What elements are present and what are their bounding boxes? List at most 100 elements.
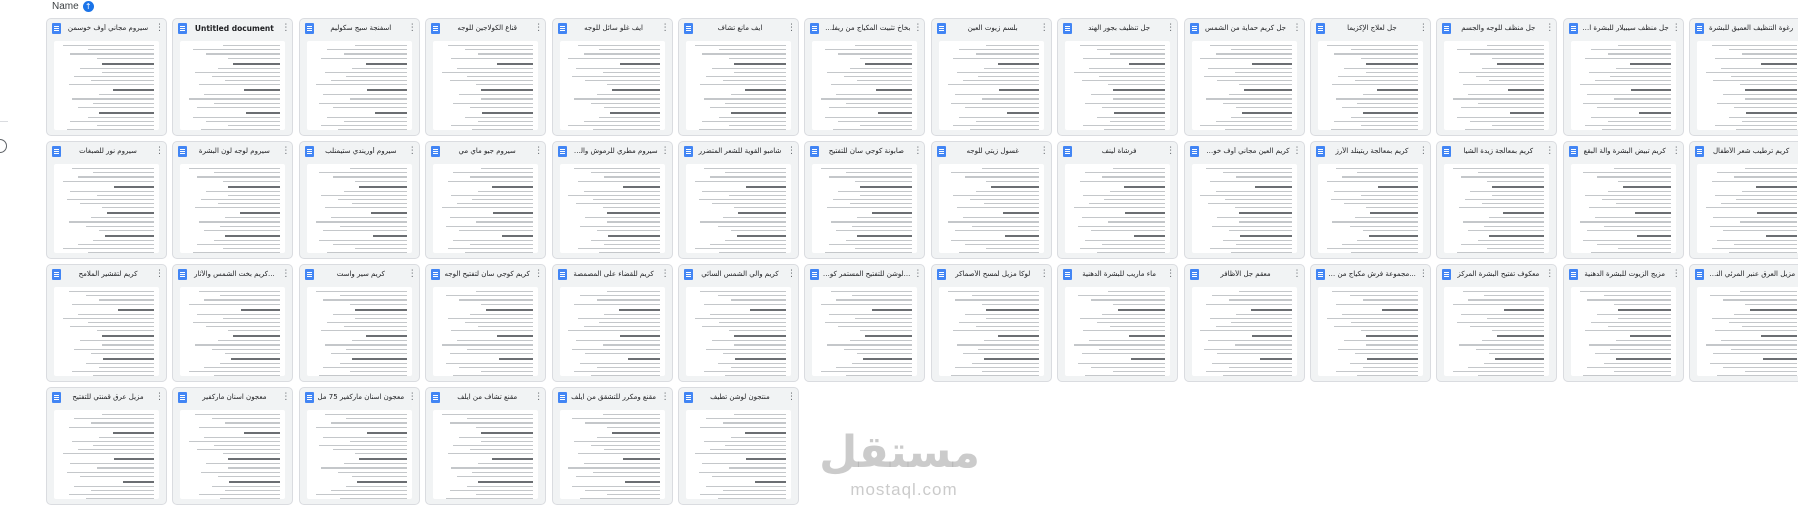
document-title[interactable]: غسول زيتي للوجه: [946, 147, 1040, 155]
document-card[interactable]: كريم ترطيب شعر الأطفال⋮: [1689, 141, 1798, 259]
document-card[interactable]: مزيل العرق عنبر المرئي النساء⋮: [1689, 264, 1798, 382]
more-options-icon[interactable]: ⋮: [1293, 269, 1302, 279]
more-options-icon[interactable]: ⋮: [1166, 146, 1175, 156]
document-card[interactable]: شامبو القوية للشعر المتضرر ⋮: [677, 141, 799, 259]
document-card[interactable]: مقنع تشاف من ايلف ⋮: [425, 387, 547, 505]
document-title[interactable]: مزيل عرق قمنتي للتفتيح: [61, 393, 155, 401]
document-card[interactable]: ...كريم بخت الشمس والأثار ⋮: [172, 264, 294, 382]
document-title[interactable]: سيروم مجاني أوف خوسمن: [61, 24, 155, 32]
document-card[interactable]: معجون اسنان ماركفير 75 مل ⋮: [298, 387, 420, 505]
document-card[interactable]: كريم كوجي سان لتفتيح الوجه ⋮: [425, 264, 547, 382]
document-title[interactable]: شامبو القوية للشعر المتضرر: [693, 147, 787, 155]
document-card[interactable]: كريم لتقشير الملامح ⋮: [46, 264, 167, 382]
document-card[interactable]: جل منظف للوجه والجسم ⋮: [1436, 18, 1558, 136]
more-options-icon[interactable]: ⋮: [408, 23, 417, 33]
document-title[interactable]: رغوة التنظيف العميق للبشرة: [1704, 24, 1798, 32]
more-options-icon[interactable]: ⋮: [661, 392, 670, 402]
more-options-icon[interactable]: ⋮: [1293, 146, 1302, 156]
document-title[interactable]: ماء ماريب للبشرة الدهنية: [1072, 270, 1166, 278]
document-title[interactable]: سيروم جيو ماي مي: [440, 147, 534, 155]
document-card[interactable]: جل لعلاج الإكزيما ⋮: [1309, 18, 1431, 136]
document-title[interactable]: جل منظف للوجه والجسم: [1451, 24, 1545, 32]
more-options-icon[interactable]: ⋮: [1545, 269, 1554, 279]
document-card[interactable]: ايف مانع تشاف ⋮: [677, 18, 799, 136]
document-title[interactable]: سيروم مطري للرموش والحواجب: [567, 147, 661, 155]
document-title[interactable]: مقنع ومكرر للتشقق من ايلف: [567, 393, 661, 401]
more-options-icon[interactable]: ⋮: [281, 23, 290, 33]
document-title[interactable]: جل كريم حماية من الشمس: [1199, 24, 1293, 32]
more-options-icon[interactable]: ⋮: [661, 23, 670, 33]
more-options-icon[interactable]: ⋮: [661, 269, 670, 279]
document-title[interactable]: قناع الكولاجين للوجه: [440, 24, 534, 32]
document-card[interactable]: سيروم أوريندي ستيمنلب ⋮: [298, 141, 420, 259]
more-options-icon[interactable]: ⋮: [1040, 146, 1049, 156]
more-options-icon[interactable]: ⋮: [281, 392, 290, 402]
document-title[interactable]: كريم كوجي سان لتفتيح الوجه: [440, 270, 534, 278]
document-title[interactable]: لوكا مزيل لمسح الأصماكر: [946, 270, 1040, 278]
document-card[interactable]: بخاخ تثبيت المكياج من ريفلوشن ⋮: [804, 18, 926, 136]
more-options-icon[interactable]: ⋮: [1419, 269, 1428, 279]
document-title[interactable]: ايف غلو سائل للوجه: [567, 24, 661, 32]
document-card[interactable]: كريم بمعالجة زيدة الشيا ⋮: [1436, 141, 1558, 259]
document-title[interactable]: مزيج الزيوت للبشرة الدهنية: [1578, 270, 1672, 278]
document-card[interactable]: غسول زيتي للوجه ⋮: [930, 141, 1052, 259]
more-options-icon[interactable]: ⋮: [1672, 269, 1681, 279]
more-options-icon[interactable]: ⋮: [1419, 146, 1428, 156]
document-title[interactable]: كريم ترطيب شعر الأطفال: [1704, 147, 1798, 155]
more-options-icon[interactable]: ⋮: [534, 146, 543, 156]
document-title[interactable]: جل منظف سيبيلار للبشرة الدهنية: [1578, 24, 1672, 32]
more-options-icon[interactable]: ⋮: [408, 269, 417, 279]
document-card[interactable]: مزيج الزيوت للبشرة الدهنية ⋮: [1562, 264, 1684, 382]
document-card[interactable]: قناع الكولاجين للوجه ⋮: [425, 18, 547, 136]
more-options-icon[interactable]: ⋮: [534, 23, 543, 33]
document-title[interactable]: بلسم زيوت العين: [946, 24, 1040, 32]
more-options-icon[interactable]: ⋮: [1545, 23, 1554, 33]
document-card[interactable]: ...مجموعة فرش مكياج من ريال ⋮: [1309, 264, 1431, 382]
document-card[interactable]: كريم بمعالجة ريتينلد الأرز ⋮: [1309, 141, 1431, 259]
document-title[interactable]: ...لوشن للتفتيح المستمر كوجي: [819, 270, 913, 278]
document-title[interactable]: منتجون لوشن تطيف: [693, 393, 787, 401]
document-title[interactable]: مزيل العرق عنبر المرئي النساء: [1704, 270, 1798, 278]
document-card[interactable]: مزيل عرق قمنتي للتفتيح ⋮: [46, 387, 167, 505]
document-card[interactable]: مقنع ومكرر للتشقق من ايلف ⋮: [551, 387, 673, 505]
more-options-icon[interactable]: ⋮: [1166, 269, 1175, 279]
document-title[interactable]: ...كريم بخت الشمس والأثار: [187, 270, 281, 278]
document-card[interactable]: سيروم مجاني أوف خوسمن ⋮: [46, 18, 167, 136]
more-options-icon[interactable]: ⋮: [1293, 23, 1302, 33]
more-options-icon[interactable]: ⋮: [1672, 23, 1681, 33]
document-title[interactable]: كريم تبيض البشرة والة البقع: [1578, 147, 1672, 155]
document-card[interactable]: معكوف تفتيح البشرة المركز ⋮: [1436, 264, 1558, 382]
document-card[interactable]: كريم تبيض البشرة والة البقع ⋮: [1562, 141, 1684, 259]
more-options-icon[interactable]: ⋮: [155, 269, 164, 279]
document-card[interactable]: سيروم نور للصبغات ⋮: [46, 141, 167, 259]
document-title[interactable]: كريم سير واست: [314, 270, 408, 278]
document-title[interactable]: جل تنظيف بجور الهند: [1072, 24, 1166, 32]
document-title[interactable]: كريم لتقشير الملامح: [61, 270, 155, 278]
document-title[interactable]: ايف مانع تشاف: [693, 24, 787, 32]
document-card[interactable]: فرشاة لينف ⋮: [1057, 141, 1179, 259]
sort-header[interactable]: Name ↑: [52, 0, 94, 12]
more-options-icon[interactable]: ⋮: [1040, 269, 1049, 279]
document-title[interactable]: فرشاة لينف: [1072, 147, 1166, 155]
document-title[interactable]: كريم للقضاء على المصمصة: [567, 270, 661, 278]
document-title[interactable]: مقنع تشاف من ايلف: [440, 393, 534, 401]
more-options-icon[interactable]: ⋮: [155, 146, 164, 156]
more-options-icon[interactable]: ⋮: [534, 269, 543, 279]
document-card[interactable]: كريم سير واست ⋮: [298, 264, 420, 382]
document-title[interactable]: Untitled document: [187, 24, 281, 33]
document-card[interactable]: كريم للقضاء على المصمصة ⋮: [551, 264, 673, 382]
more-options-icon[interactable]: ⋮: [913, 23, 922, 33]
document-title[interactable]: اسفنجة سيج سكوليم: [314, 24, 408, 32]
document-title[interactable]: كريم العين مجاني أوف خوسمن: [1199, 147, 1293, 155]
document-title[interactable]: سيروم لوجه لون البشرة: [187, 147, 281, 155]
more-options-icon[interactable]: ⋮: [1672, 146, 1681, 156]
document-card[interactable]: سيروم جيو ماي مي ⋮: [425, 141, 547, 259]
more-options-icon[interactable]: ⋮: [1040, 23, 1049, 33]
document-title[interactable]: سيروم نور للصبغات: [61, 147, 155, 155]
document-title[interactable]: صابونة كوجي سان للتفتيح: [819, 147, 913, 155]
document-title[interactable]: كريم بمعالجة زيدة الشيا: [1451, 147, 1545, 155]
more-options-icon[interactable]: ⋮: [155, 392, 164, 402]
document-card[interactable]: صابونة كوجي سان للتفتيح ⋮: [804, 141, 926, 259]
more-options-icon[interactable]: ⋮: [787, 146, 796, 156]
more-options-icon[interactable]: ⋮: [534, 392, 543, 402]
